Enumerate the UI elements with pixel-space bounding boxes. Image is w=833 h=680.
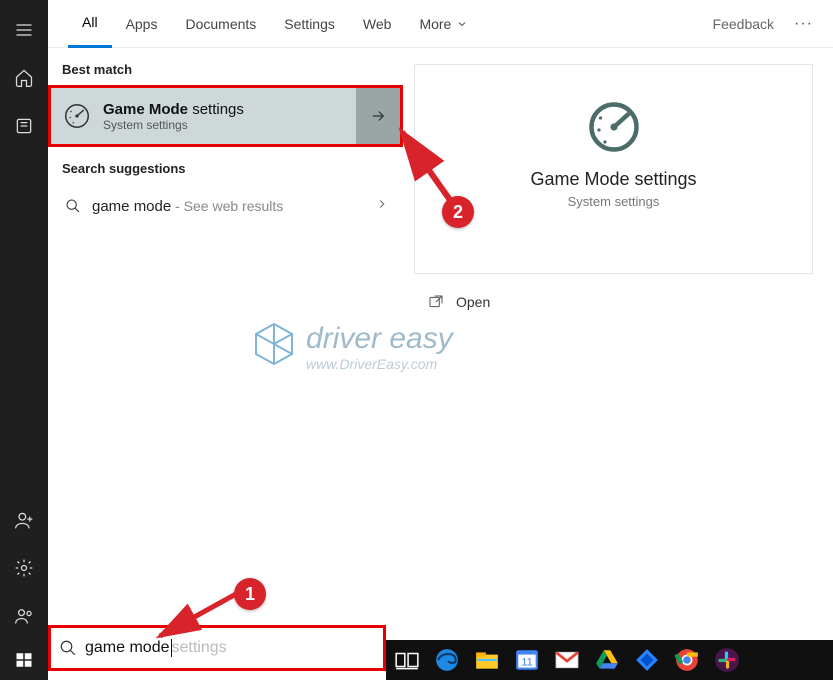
tab-documents[interactable]: Documents — [171, 0, 270, 48]
chevron-down-icon — [456, 18, 468, 30]
suggestion-text: game mode - See web results — [84, 198, 375, 215]
gauge-icon — [584, 97, 644, 157]
tab-all[interactable]: All — [68, 0, 112, 48]
best-match-header: Best match — [48, 48, 403, 85]
tab-apps[interactable]: Apps — [112, 0, 172, 48]
more-options-icon[interactable]: ··· — [794, 15, 813, 33]
calendar-icon[interactable]: 11 — [514, 647, 540, 673]
jira-icon[interactable] — [634, 647, 660, 673]
file-explorer-icon[interactable] — [474, 647, 500, 673]
settings-gear-icon[interactable] — [0, 544, 48, 592]
start-button[interactable] — [0, 640, 48, 680]
best-match-result[interactable]: Game Mode settings System settings — [48, 85, 403, 147]
gmail-icon[interactable] — [554, 647, 580, 673]
feedback-link[interactable]: Feedback — [713, 16, 774, 32]
google-drive-icon[interactable] — [594, 647, 620, 673]
task-view-icon[interactable] — [394, 647, 420, 673]
home-icon[interactable] — [0, 54, 48, 102]
search-suggestions-header: Search suggestions — [48, 147, 403, 184]
tab-more[interactable]: More — [405, 0, 482, 48]
tab-web[interactable]: Web — [349, 0, 406, 48]
taskbar: 11 — [386, 640, 833, 680]
preview-subtitle: System settings — [415, 194, 812, 209]
slack-icon[interactable] — [714, 647, 740, 673]
best-match-title: Game Mode settings — [103, 101, 356, 118]
left-nav-rail — [0, 0, 48, 640]
chrome-icon[interactable] — [674, 647, 700, 673]
search-icon — [59, 639, 77, 657]
recent-icon[interactable] — [0, 102, 48, 150]
cube-icon — [250, 320, 298, 373]
open-icon — [428, 294, 444, 310]
watermark-url: www.DriverEasy.com — [306, 356, 453, 372]
gauge-icon — [51, 101, 103, 131]
best-match-subtitle: System settings — [103, 118, 356, 132]
annotation-arrow-1 — [150, 588, 250, 653]
account-icon[interactable] — [0, 496, 48, 544]
svg-text:11: 11 — [521, 656, 532, 668]
chevron-right-icon — [375, 197, 389, 216]
edge-icon[interactable] — [434, 647, 460, 673]
hamburger-icon[interactable] — [0, 6, 48, 54]
windows-logo-icon — [15, 651, 33, 669]
watermark-title: driver easy — [306, 322, 453, 356]
search-icon — [62, 198, 84, 214]
people-icon[interactable] — [0, 592, 48, 640]
preview-title: Game Mode settings — [415, 169, 812, 190]
tab-more-label: More — [419, 16, 451, 32]
open-action[interactable]: Open — [414, 282, 813, 322]
search-tabs: All Apps Documents Settings Web More Fee… — [48, 0, 833, 48]
open-label: Open — [456, 294, 490, 310]
annotation-arrow-2 — [394, 122, 474, 217]
watermark: driver easy www.DriverEasy.com — [250, 320, 453, 373]
web-suggestion[interactable]: game mode - See web results — [48, 184, 403, 228]
tab-settings[interactable]: Settings — [270, 0, 349, 48]
